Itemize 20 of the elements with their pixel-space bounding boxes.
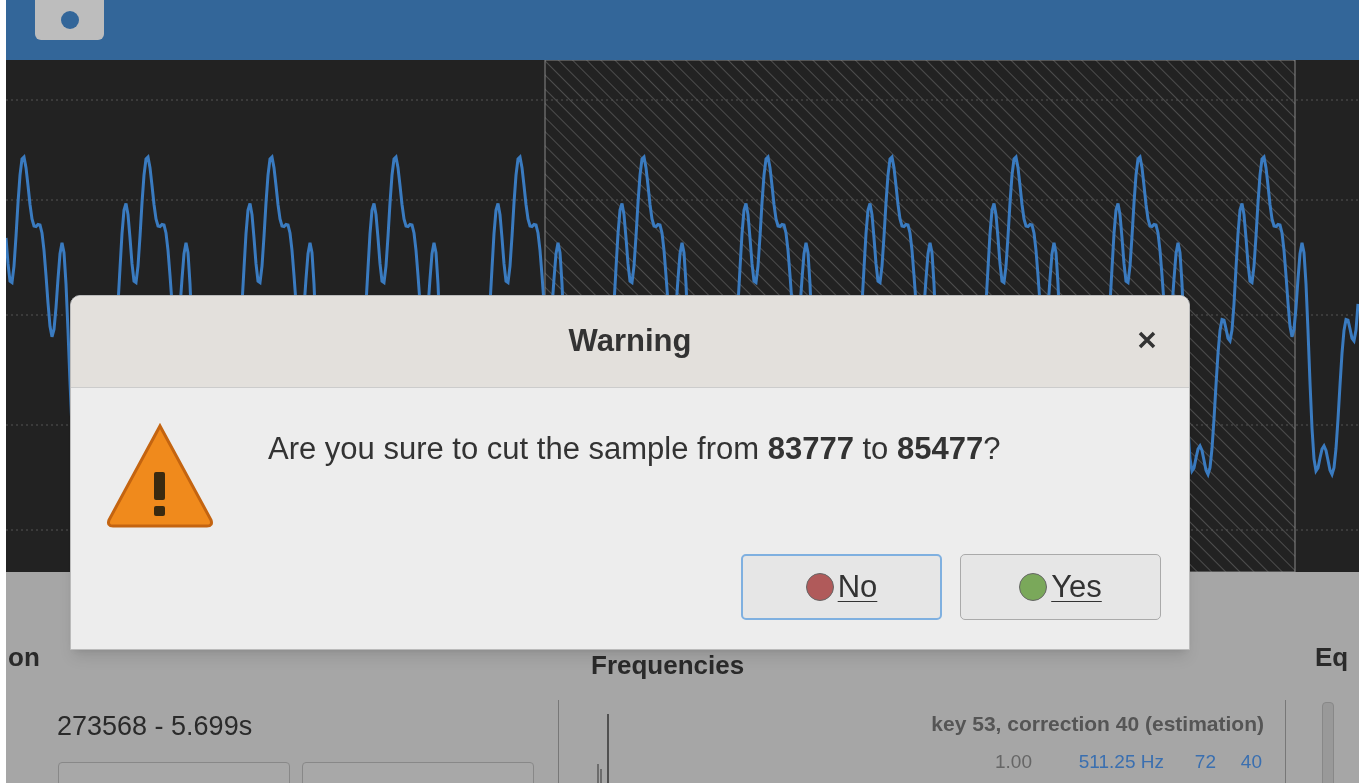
yes-button[interactable]: Yes	[960, 554, 1161, 620]
spin-field[interactable]	[302, 762, 534, 783]
record-button[interactable]	[35, 0, 104, 40]
estimation-text: key 53, correction 40 (estimation)	[931, 711, 1264, 737]
dialog-message: Are you sure to cut the sample from 83777 to 85477?	[268, 430, 1001, 468]
close-icon	[1138, 331, 1156, 349]
section-title: on	[8, 641, 40, 674]
amplitude-value: 1.00	[994, 750, 1032, 774]
position-text: 273568 - 5.699s	[57, 710, 253, 743]
slider-track[interactable]	[1322, 702, 1334, 783]
spectrum-drawing	[596, 714, 610, 783]
section-title: Eq	[1315, 641, 1349, 674]
section-title: Frequencies	[591, 652, 745, 678]
no-button[interactable]: No	[741, 554, 942, 620]
correction-value: 40	[1239, 750, 1262, 774]
frequency-value: 511.25 Hz	[1077, 750, 1164, 774]
dialog-title: Warning	[568, 322, 692, 361]
spin-field[interactable]	[58, 762, 290, 783]
note-value: 72	[1193, 750, 1216, 774]
record-icon	[60, 11, 79, 29]
